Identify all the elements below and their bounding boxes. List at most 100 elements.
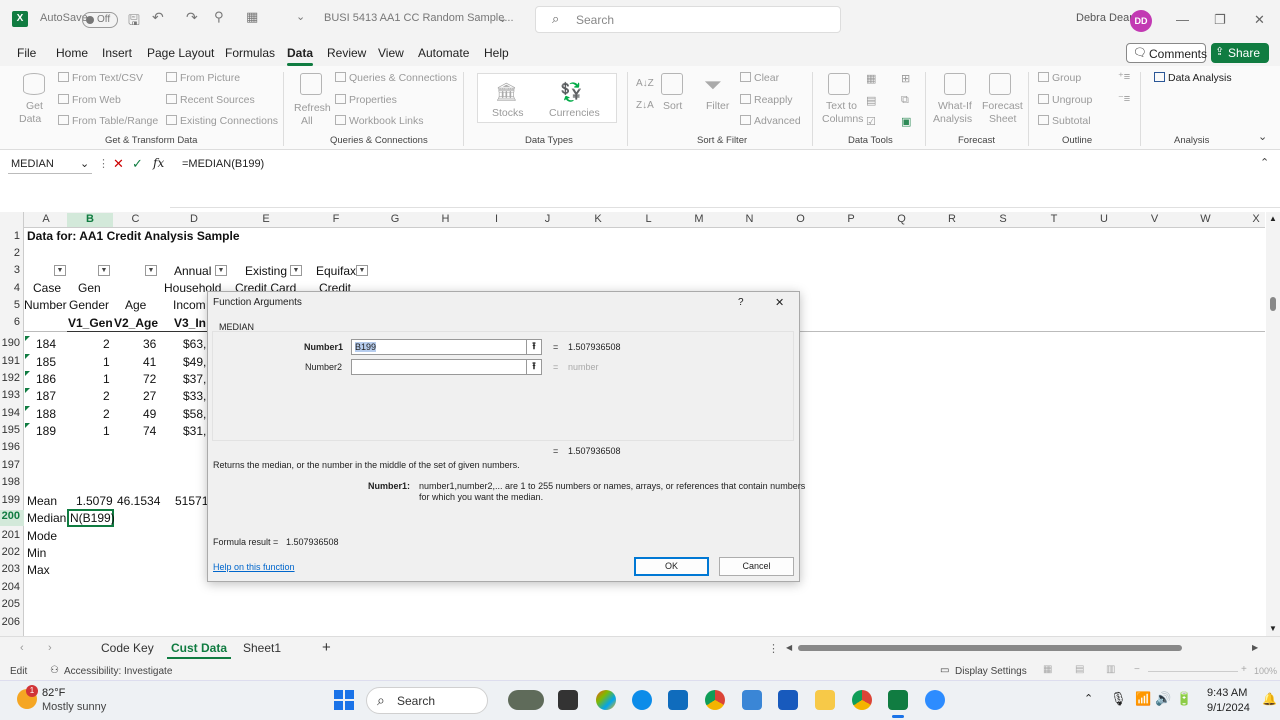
column-header[interactable]: M bbox=[674, 213, 724, 227]
chrome-icon[interactable] bbox=[705, 690, 725, 710]
data-model-icon[interactable]: ▣ bbox=[901, 115, 911, 128]
show-detail-icon[interactable]: ⁺≡ bbox=[1118, 70, 1130, 83]
min-label-cell[interactable]: Min bbox=[27, 546, 46, 560]
header-cell[interactable]: Case bbox=[33, 281, 61, 295]
row-header[interactable]: 197 bbox=[0, 459, 24, 471]
mode-label-cell[interactable]: Mode bbox=[27, 529, 57, 543]
user-name[interactable]: Debra Dean bbox=[1076, 12, 1135, 24]
search-box[interactable]: ⌕ Search bbox=[535, 6, 841, 33]
volume-icon[interactable]: 🔊 bbox=[1155, 691, 1171, 707]
recent-sources-button[interactable]: Recent Sources bbox=[166, 94, 255, 106]
row-header[interactable]: 191 bbox=[0, 355, 24, 367]
row-header[interactable]: 1 bbox=[0, 230, 24, 242]
sheet-options-icon[interactable]: ⋮ bbox=[768, 642, 779, 655]
row-header[interactable]: 6 bbox=[0, 316, 24, 328]
column-header[interactable]: F bbox=[302, 213, 370, 227]
table-icon[interactable]: ▦ bbox=[246, 9, 258, 25]
dialog-help-button[interactable]: ? bbox=[738, 297, 744, 308]
horizontal-scroll-thumb[interactable] bbox=[798, 645, 1182, 651]
word-icon[interactable] bbox=[778, 690, 798, 710]
gender-cell[interactable]: 1 bbox=[103, 372, 110, 386]
filter-dropdown-button[interactable]: ▼ bbox=[98, 265, 110, 276]
vertical-scroll-thumb[interactable] bbox=[1270, 297, 1276, 311]
case-number-cell[interactable]: 187 bbox=[36, 389, 56, 403]
header-cell[interactable]: V2_Age bbox=[114, 316, 158, 330]
notification-bell-icon[interactable]: 🔔 bbox=[1262, 692, 1277, 706]
expand-formula-bar-icon[interactable]: ⌃ bbox=[1260, 156, 1269, 169]
zoom-slider[interactable] bbox=[1148, 671, 1238, 672]
tab-help[interactable]: Help bbox=[484, 46, 509, 60]
share-button[interactable]: ⇪ Share bbox=[1211, 43, 1269, 63]
relationships-icon[interactable]: ⧉ bbox=[901, 94, 909, 107]
quick-access-more-icon[interactable]: ⌄ bbox=[296, 10, 305, 23]
zoom-level[interactable]: 100% bbox=[1254, 666, 1277, 676]
queries-connections-button[interactable]: Queries & Connections bbox=[335, 72, 457, 84]
age-cell[interactable]: 72 bbox=[143, 372, 156, 386]
zoom-app-icon[interactable] bbox=[925, 690, 945, 710]
error-indicator-icon[interactable] bbox=[25, 371, 30, 376]
scroll-right-icon[interactable]: ▶ bbox=[1252, 643, 1258, 652]
sheet-tab-code-key[interactable]: Code Key bbox=[101, 641, 154, 655]
column-header[interactable]: R bbox=[927, 213, 977, 227]
tab-formulas[interactable]: Formulas bbox=[225, 46, 275, 60]
sort-za-icon[interactable]: Z↓A bbox=[636, 100, 654, 111]
row-header[interactable]: 192 bbox=[0, 372, 24, 384]
collapse-ribbon-icon[interactable]: ⌄ bbox=[1258, 130, 1267, 143]
app-icon[interactable] bbox=[558, 690, 578, 710]
filter-dropdown-button[interactable]: ▼ bbox=[215, 265, 227, 276]
column-header[interactable]: B bbox=[67, 213, 113, 227]
column-header[interactable]: S bbox=[977, 213, 1029, 227]
case-number-cell[interactable]: 189 bbox=[36, 424, 56, 438]
header-cell[interactable]: Age bbox=[125, 298, 146, 312]
tab-review[interactable]: Review bbox=[327, 46, 366, 60]
case-number-cell[interactable]: 184 bbox=[36, 337, 56, 351]
gorilla-widget-icon[interactable] bbox=[508, 690, 544, 710]
reapply-button[interactable]: Reapply bbox=[740, 94, 793, 106]
hide-detail-icon[interactable]: ⁻≡ bbox=[1118, 92, 1130, 105]
title-dropdown-icon[interactable]: ⌄ bbox=[498, 12, 507, 25]
row-header[interactable]: 196 bbox=[0, 441, 24, 453]
chrome-icon-2[interactable] bbox=[852, 690, 872, 710]
column-header[interactable]: U bbox=[1079, 213, 1129, 227]
edge-icon[interactable] bbox=[632, 690, 652, 710]
data-analysis-button[interactable]: Data Analysis bbox=[1154, 72, 1232, 84]
zoom-out-icon[interactable]: − bbox=[1134, 664, 1140, 675]
consolidate-icon[interactable]: ⊞ bbox=[901, 72, 910, 85]
wifi-icon[interactable]: 📶 bbox=[1135, 691, 1151, 707]
clock-date[interactable]: 9/1/2024 bbox=[1207, 702, 1250, 714]
age-cell[interactable]: 74 bbox=[143, 424, 156, 438]
comments-button[interactable]: 🗨 Comments bbox=[1126, 43, 1207, 63]
column-header[interactable]: K bbox=[573, 213, 623, 227]
gender-cell[interactable]: 1 bbox=[103, 424, 110, 438]
page-break-view-icon[interactable]: ▥ bbox=[1106, 664, 1115, 675]
column-header[interactable]: T bbox=[1029, 213, 1079, 227]
columns-label[interactable]: Columns bbox=[822, 113, 863, 125]
notepad-icon[interactable] bbox=[742, 690, 762, 710]
income-cell[interactable]: $63, bbox=[183, 337, 206, 351]
next-sheet-icon[interactable]: › bbox=[48, 642, 52, 654]
ok-button[interactable]: OK bbox=[634, 557, 709, 576]
error-indicator-icon[interactable] bbox=[25, 406, 30, 411]
case-number-cell[interactable]: 185 bbox=[36, 355, 56, 369]
case-number-cell[interactable]: 186 bbox=[36, 372, 56, 386]
filter-dropdown-button[interactable]: ▼ bbox=[290, 265, 302, 276]
row-header[interactable]: 206 bbox=[0, 616, 24, 628]
tab-data[interactable]: Data bbox=[287, 46, 314, 66]
column-header[interactable]: V bbox=[1129, 213, 1180, 227]
get-data-label[interactable]: Get bbox=[26, 100, 43, 112]
mean-label-cell[interactable]: Mean bbox=[27, 494, 57, 508]
remove-duplicates-icon[interactable]: ▤ bbox=[866, 94, 876, 107]
row-header[interactable]: 199 bbox=[0, 494, 24, 506]
column-header[interactable]: I bbox=[471, 213, 522, 227]
column-header[interactable]: O bbox=[775, 213, 826, 227]
cancel-entry-icon[interactable]: ✕ bbox=[113, 156, 124, 172]
median-formula-cell[interactable]: N(B199) bbox=[70, 511, 115, 525]
header-cell[interactable]: V1_Gen bbox=[68, 316, 113, 330]
from-text-csv-button[interactable]: From Text/CSV bbox=[58, 72, 143, 84]
header-cell[interactable]: Incom bbox=[173, 298, 206, 312]
sort-az-icon[interactable]: A↓Z bbox=[636, 78, 654, 89]
previous-sheet-icon[interactable]: ‹ bbox=[20, 642, 24, 654]
weather-temp[interactable]: 82°F bbox=[42, 687, 65, 699]
header-cell[interactable]: V3_In bbox=[174, 316, 206, 330]
display-settings-icon[interactable]: ▭ bbox=[940, 665, 949, 676]
